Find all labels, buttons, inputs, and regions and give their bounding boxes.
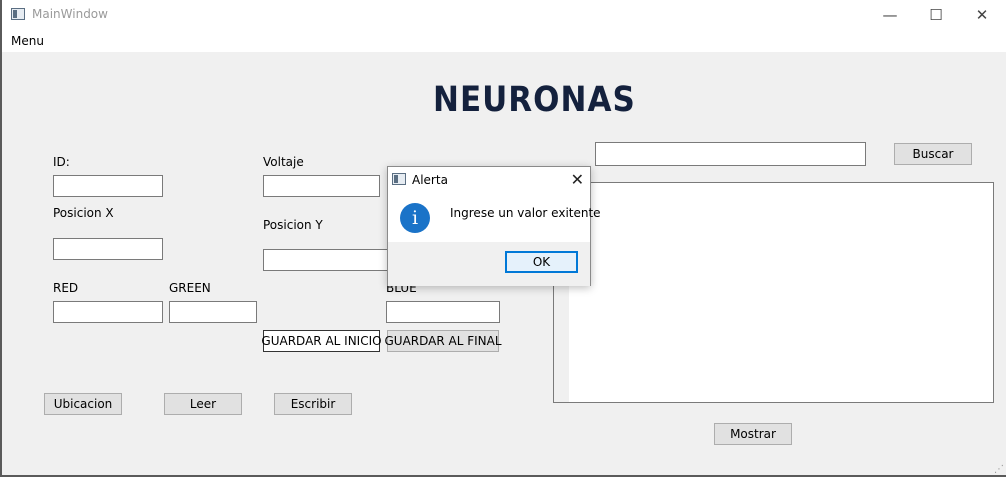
guardar-al-inicio-button[interactable]: GUARDAR AL INICIO xyxy=(261,330,382,352)
window-titlebar: MainWindow — ☐ ✕ xyxy=(0,0,1006,30)
ok-button[interactable]: OK xyxy=(505,251,578,273)
red-field[interactable] xyxy=(53,301,163,323)
buscar-button[interactable]: Buscar xyxy=(894,143,972,165)
id-field[interactable] xyxy=(53,175,163,197)
dialog-message: Ingrese un valor exitente xyxy=(450,206,601,220)
posicion-y-field[interactable] xyxy=(263,249,393,271)
voltaje-field[interactable] xyxy=(263,175,380,197)
guardar-al-final-button[interactable]: GUARDAR AL FINAL xyxy=(384,330,502,352)
window-title: MainWindow xyxy=(32,7,108,21)
maximize-button[interactable]: ☐ xyxy=(913,0,959,30)
info-icon: i xyxy=(400,203,430,233)
dialog-titlebar: Alerta ✕ xyxy=(388,167,590,193)
maximize-icon: ☐ xyxy=(929,6,943,24)
dialog-close-icon[interactable]: ✕ xyxy=(571,170,584,189)
alert-dialog: Alerta ✕ i Ingrese un valor exitente OK xyxy=(387,166,601,286)
dialog-title: Alerta xyxy=(412,173,448,187)
posicion-x-field[interactable] xyxy=(53,238,163,260)
voltaje-label: Voltaje xyxy=(263,155,304,169)
search-input[interactable] xyxy=(595,142,866,166)
menubar: Menu xyxy=(0,30,1006,52)
green-field[interactable] xyxy=(169,301,257,323)
ubicacion-button[interactable]: Ubicacion xyxy=(44,393,122,415)
escribir-button[interactable]: Escribir xyxy=(274,393,352,415)
window-frame-left xyxy=(0,0,2,477)
close-window-button[interactable]: ✕ xyxy=(959,0,1005,30)
posicion-y-label: Posicion Y xyxy=(263,218,323,232)
mostrar-button[interactable]: Mostrar xyxy=(714,423,792,445)
minimize-icon: — xyxy=(882,6,898,24)
id-label: ID: xyxy=(53,155,70,169)
close-icon: ✕ xyxy=(975,6,989,24)
blue-field[interactable] xyxy=(386,301,500,323)
menu-item-menu[interactable]: Menu xyxy=(11,34,44,48)
page-title: NEURONAS xyxy=(433,79,636,121)
posicion-x-label: Posicion X xyxy=(53,206,114,220)
minimize-button[interactable]: — xyxy=(867,0,913,30)
leer-button[interactable]: Leer xyxy=(164,393,242,415)
dialog-footer: OK xyxy=(388,242,590,286)
dialog-window-icon xyxy=(392,173,406,185)
results-list[interactable] xyxy=(553,182,994,403)
resize-grip-icon[interactable]: ⋰ xyxy=(994,464,1004,475)
red-label: RED xyxy=(53,281,79,295)
green-label: GREEN xyxy=(169,281,211,295)
app-window-icon xyxy=(11,8,25,20)
